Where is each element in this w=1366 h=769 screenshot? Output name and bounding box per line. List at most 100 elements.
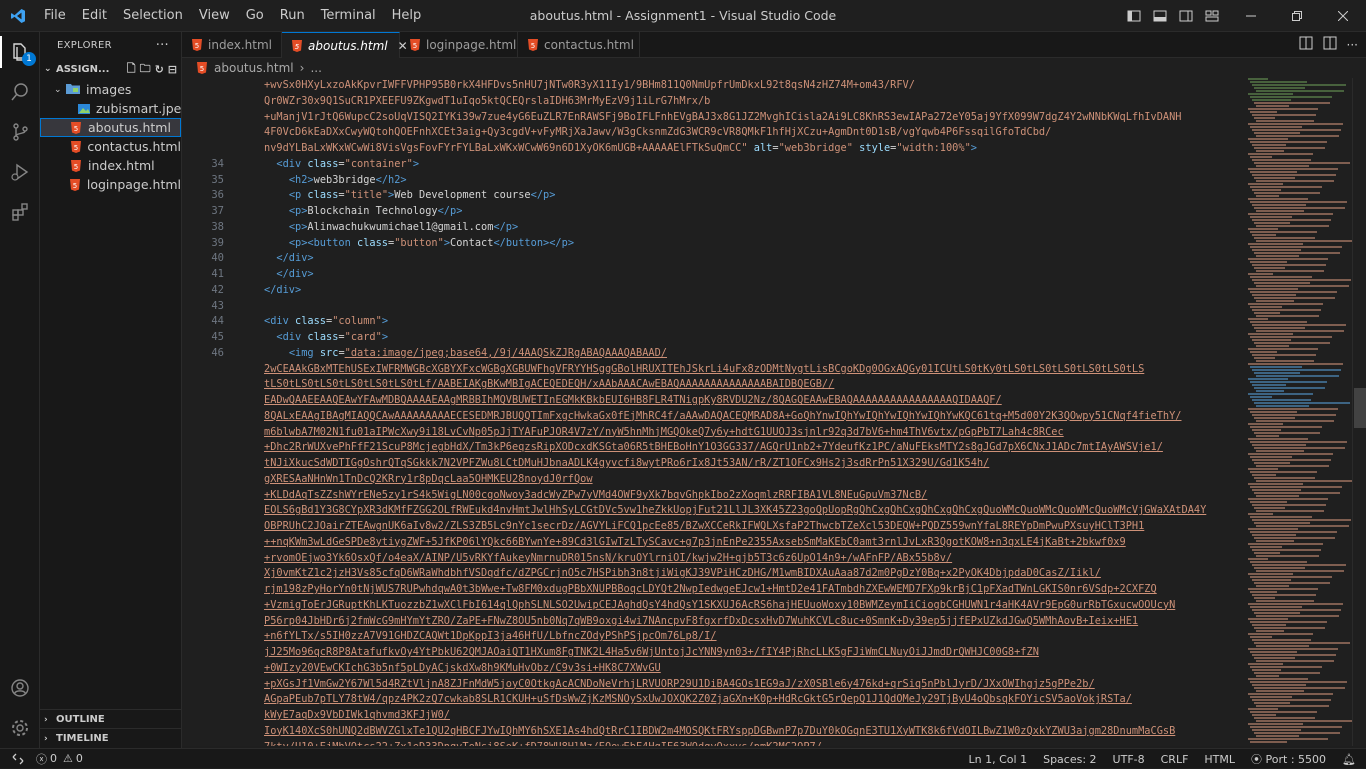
code-line[interactable]: Qr0WZr30x9Q1SuCR1PXEEFU9ZKgwdT1uIqo5ktQC…: [264, 94, 1236, 110]
toggle-primary-sidebar-icon[interactable]: [1124, 0, 1144, 32]
code-line[interactable]: +Dhc2RrWUXvePhFfF21ScuP8McjegbHdX/Tm3kP6…: [264, 440, 1236, 456]
code-line[interactable]: +rvomOEjwo3Yk6OsxQf/o4eaX/AINP/U5vRKYfAu…: [264, 551, 1236, 567]
breadcrumb-more[interactable]: ...: [310, 61, 321, 75]
run-and-debug-icon[interactable]: [0, 152, 40, 192]
code-line[interactable]: tNJiXkucSdWDTIGgOshrQTqSGkkk7N2VPFZWu8LC…: [264, 456, 1236, 472]
code-line[interactable]: <div class="column">: [264, 314, 1236, 330]
code-line[interactable]: EOLS6gBd1Y3G8CYpXR3dKMfFZGG2OLfRWEukd4nv…: [264, 503, 1236, 519]
code-line[interactable]: Xj0vmKtZ1c2jzH3Vs85cfqD6WRaWhdbhfVSDqdfc…: [264, 566, 1236, 582]
tree-folder-images[interactable]: ⌄ images: [40, 80, 181, 99]
code-line[interactable]: 8QALxEAAgIBAgMIAQQCAwAAAAAAAAAECESEDMRJB…: [264, 409, 1236, 425]
collapse-all-icon[interactable]: ⊟: [168, 63, 177, 76]
tab-loginpage-html[interactable]: 5 loginpage.html: [400, 32, 518, 58]
code-line[interactable]: 2wCEAAkGBxMTEhUSExIWFRMWGBcXGBYXFxcWGBgX…: [264, 362, 1236, 378]
breadcrumb-file[interactable]: aboutus.html: [214, 61, 294, 75]
manage-gear-icon[interactable]: [0, 708, 40, 748]
code-line[interactable]: AGpaPEub7pTLY78tW4/qpz4PK2zQ7cwkab8SLR1C…: [264, 692, 1236, 708]
code-line[interactable]: [264, 299, 1236, 315]
menu-help[interactable]: Help: [384, 0, 430, 32]
notifications-bell-icon[interactable]: 🔔︎: [1342, 753, 1356, 766]
code-line[interactable]: </div>: [264, 283, 1236, 299]
restore-button[interactable]: [1274, 0, 1320, 32]
source-control-icon[interactable]: [0, 112, 40, 152]
extensions-icon[interactable]: [0, 192, 40, 232]
code-line[interactable]: +KLDdAqTsZZshWYrENe5zy1rS4k5WigLN00cgoNw…: [264, 488, 1236, 504]
toggle-secondary-sidebar-icon[interactable]: [1176, 0, 1196, 32]
menu-edit[interactable]: Edit: [74, 0, 115, 32]
code-line[interactable]: P56rp04JbHDr6j2fmWcG9mHYmYtZRO/ZaPE+FNwZ…: [264, 614, 1236, 630]
tab-index-html[interactable]: 5 index.html: [182, 32, 282, 58]
code-editor[interactable]: 34 35 36 37 38 39 40 41 42 43 44 45 46 +wvSx0HXyLxzo…: [182, 78, 1366, 746]
more-actions-icon[interactable]: ···: [156, 38, 169, 53]
menu-file[interactable]: File: [36, 0, 74, 32]
code-line[interactable]: <p><button class="button">Contact</butto…: [264, 236, 1236, 252]
code-line[interactable]: jJ25Mo96qcR8P8AtafufkvOy4YtPbkU62QMJAOai…: [264, 645, 1236, 661]
code-line[interactable]: <p>Alinwachukwumichael1@gmail.com</p>: [264, 220, 1236, 236]
code-line[interactable]: +uManjV1rJtQ6WupcC2soUqVISQ2IYKi39w7zue4…: [264, 110, 1236, 126]
errors-icon[interactable]: ⓧ: [36, 751, 47, 767]
code-line[interactable]: ++nqKWm3wLdGeSPDe8ytiygZWF+5JfKP06lYQkc6…: [264, 535, 1236, 551]
scroll-thumb[interactable]: [1354, 388, 1366, 428]
code-line[interactable]: OBPRUhC2JOairZTEAwgnUK6aIv8w2/ZLS3ZB5Lc9…: [264, 519, 1236, 535]
more-actions-icon[interactable]: ···: [1347, 38, 1358, 52]
new-folder-icon[interactable]: 🗀: [140, 60, 151, 79]
code-line[interactable]: tLS0tLS0tLS0tLS0tLS0tLS0tLf/AABEIAKgBKwM…: [264, 377, 1236, 393]
code-line[interactable]: +VzmigToErJGRuptKhLKTuozzbZ1wXClFbI614ql…: [264, 598, 1236, 614]
code-line[interactable]: <img src="data:image/jpeg;base64,/9j/4AA…: [264, 346, 1236, 362]
code-line[interactable]: +0WIzy20VEwCKIchG3b5nf5pLDyACjskdXw8h9KM…: [264, 661, 1236, 677]
encoding[interactable]: UTF-8: [1113, 753, 1145, 766]
end-of-line[interactable]: CRLF: [1161, 753, 1189, 766]
code-line[interactable]: <p class="title">Web Development course<…: [264, 188, 1236, 204]
code-line[interactable]: <h2>web3bridge</h2>: [264, 173, 1236, 189]
code-line[interactable]: +n6fYLTx/s5IH0zzA7V91GHDZCAQWt1DpKppI3ja…: [264, 629, 1236, 645]
split-editor-icon[interactable]: [1323, 36, 1337, 54]
code-content[interactable]: +wvSx0HXyLxzoAkKpvrIWFFVPHP95B0rkX4HFDvs…: [264, 78, 1236, 746]
search-icon[interactable]: [0, 72, 40, 112]
accounts-icon[interactable]: [0, 668, 40, 708]
cursor-position[interactable]: Ln 1, Col 1: [969, 753, 1028, 766]
outline-section[interactable]: › OUTLINE: [40, 709, 182, 729]
remote-indicator-icon[interactable]: [0, 749, 36, 769]
minimize-button[interactable]: [1228, 0, 1274, 32]
code-line[interactable]: rjm198zPyHorYn0tNjWUS7RUPwhdqwA0t3bWwe+T…: [264, 582, 1236, 598]
tab-contactus-html[interactable]: 5 contactus.html: [518, 32, 640, 58]
explorer-icon[interactable]: 1: [0, 32, 40, 72]
menu-go[interactable]: Go: [238, 0, 272, 32]
tab-aboutus-html[interactable]: 5 aboutus.html ✕: [282, 32, 408, 58]
code-line[interactable]: EADwQAAEEAAQEAwYFAwMDBQAAAAEAAgMRBBIhMQV…: [264, 393, 1236, 409]
indentation[interactable]: Spaces: 2: [1043, 753, 1096, 766]
code-line[interactable]: </div>: [264, 267, 1236, 283]
code-line[interactable]: <p>Blockchain Technology</p>: [264, 204, 1236, 220]
timeline-section[interactable]: › TIMELINE: [40, 728, 182, 748]
project-folder-header[interactable]: ⌄ ASSIGN... 🗋 🗀 ↻ ⊟: [40, 58, 181, 80]
menu-selection[interactable]: Selection: [115, 0, 191, 32]
code-line[interactable]: nv9dYLBaLxWKxWCwWi8VisVgsFovFYrFYLBaLxWK…: [264, 141, 1236, 157]
code-line[interactable]: gXRESAaNHnWn1TnDcQ2KRry1r8pDqcLaa5OHMKEU…: [264, 472, 1236, 488]
close-window-button[interactable]: [1320, 0, 1366, 32]
refresh-icon[interactable]: ↻: [155, 63, 164, 76]
tree-file-zubismart-jpeg[interactable]: zubismart.jpeg: [40, 99, 189, 118]
code-line[interactable]: kWyE7aqDx9VbDIWk1qhvmd3KFJjW0/: [264, 708, 1236, 724]
code-line[interactable]: <div class="card">: [264, 330, 1236, 346]
code-line[interactable]: </div>: [264, 251, 1236, 267]
code-line[interactable]: m6blwbA7M02N1fu01aIPWcXwy9i18LvCvNp05pJj…: [264, 425, 1236, 441]
tree-file-loginpage-html[interactable]: 5 loginpage.html: [40, 175, 181, 194]
new-file-icon[interactable]: 🗋: [127, 60, 136, 79]
code-line[interactable]: +wvSx0HXyLxzoAkKpvrIWFFVPHP95B0rkX4HFDvs…: [264, 78, 1236, 94]
tree-file-aboutus-html[interactable]: 5 aboutus.html: [40, 118, 181, 137]
warnings-icon[interactable]: ⚠: [63, 752, 73, 765]
customize-layout-icon[interactable]: [1202, 0, 1222, 32]
open-preview-icon[interactable]: [1299, 36, 1313, 54]
warnings-count[interactable]: 0: [76, 752, 83, 765]
code-line[interactable]: +pXGsJf1VmGw2Y67Wl5d4RZtVljnA8ZJFnMdW5jo…: [264, 677, 1236, 693]
live-server-port[interactable]: ⦿ Port : 5500: [1251, 751, 1326, 767]
toggle-panel-icon[interactable]: [1150, 0, 1170, 32]
code-line[interactable]: 7ktv/U10+EjMhVOtcs22+Zx1eD33DngvToNsi8So…: [264, 740, 1236, 747]
menu-run[interactable]: Run: [272, 0, 313, 32]
code-line[interactable]: <div class="container">: [264, 157, 1236, 173]
tree-file-index-html[interactable]: 5 index.html: [40, 156, 181, 175]
menu-view[interactable]: View: [191, 0, 238, 32]
vertical-scrollbar[interactable]: [1352, 78, 1366, 746]
code-line[interactable]: IoyK140XcS0hUNQ2dBWVZGlxTe1QU2qHBCFJYwIQ…: [264, 724, 1236, 740]
tree-file-contactus-html[interactable]: 5 contactus.html: [40, 137, 181, 156]
